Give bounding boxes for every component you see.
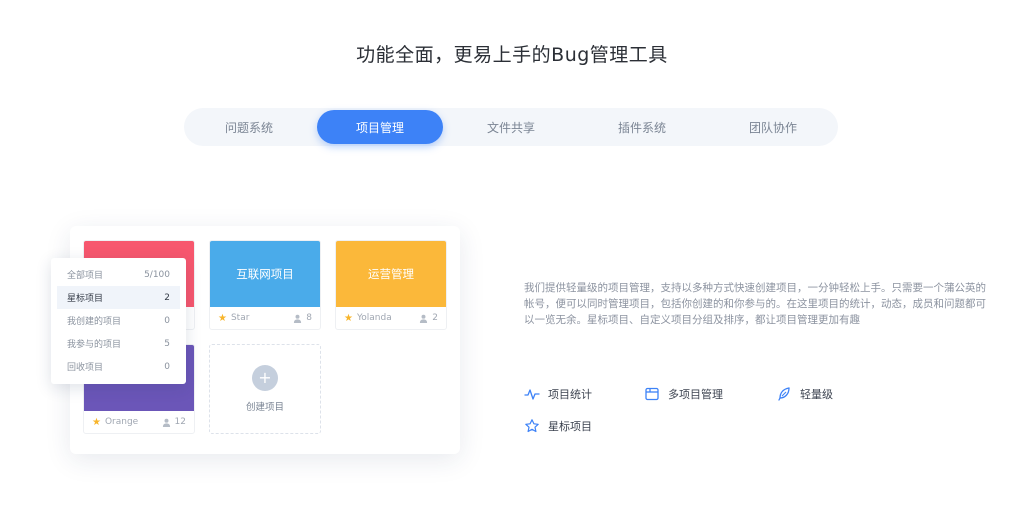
- project-card-title: 互联网项目: [210, 241, 320, 307]
- filter-count: 0: [164, 315, 170, 326]
- project-card-internet[interactable]: 互联网项目 ★ Star 8: [209, 240, 321, 330]
- project-member-count: 2: [432, 313, 438, 323]
- star-icon[interactable]: ★: [218, 313, 227, 324]
- project-card-operations[interactable]: 运营管理 ★ Yolanda 2: [335, 240, 447, 330]
- filter-item-recycled[interactable]: 回收项目 0: [57, 355, 180, 378]
- project-owner: Star: [230, 313, 250, 323]
- feature-project-stats: 项目统计: [524, 386, 592, 402]
- filter-item-starred[interactable]: 星标项目 2: [57, 286, 180, 309]
- pulse-icon: [524, 389, 540, 400]
- project-card-meta: ★ Star 8: [210, 307, 320, 329]
- feather-icon: [778, 387, 790, 401]
- feature-multi-project: 多项目管理: [644, 386, 723, 402]
- filter-label: 全部项目: [67, 271, 104, 281]
- project-member-count: 8: [306, 313, 312, 323]
- project-member-count: 12: [174, 417, 186, 427]
- create-project-button[interactable]: + 创建项目: [209, 344, 321, 434]
- user-icon: [420, 314, 428, 323]
- tab-file-sharing[interactable]: 文件共享: [448, 110, 574, 144]
- project-card-title: 运营管理: [336, 241, 446, 307]
- create-project-label: 创建项目: [245, 402, 284, 413]
- feature-label: 轻量级: [800, 388, 833, 401]
- filter-count: 5/100: [144, 269, 170, 280]
- filter-item-all[interactable]: 全部项目 5/100: [57, 263, 180, 286]
- project-owner: Orange: [104, 417, 139, 427]
- star-icon[interactable]: ★: [92, 417, 101, 428]
- project-filter-list: 全部项目 5/100 星标项目 2 我创建的项目 0 我参与的项目 5 回收项目…: [51, 258, 186, 384]
- feature-lightweight: 轻量级: [776, 386, 833, 402]
- star-icon[interactable]: ★: [344, 313, 353, 324]
- window-icon: [645, 387, 659, 401]
- feature-starred-project: 星标项目: [524, 418, 592, 434]
- filter-label: 我参与的项目: [67, 340, 122, 350]
- feature-tabs: 问题系统 项目管理 文件共享 插件系统 团队协作: [184, 108, 838, 146]
- filter-label: 星标项目: [67, 294, 104, 304]
- filter-count: 2: [164, 292, 170, 303]
- user-icon: [162, 418, 170, 427]
- plus-icon: +: [252, 365, 278, 391]
- project-card-meta: ★ Yolanda 2: [336, 307, 446, 329]
- project-card-meta: ★ Orange 12: [84, 411, 194, 433]
- feature-label: 星标项目: [548, 420, 592, 433]
- tab-plugin-system[interactable]: 插件系统: [579, 110, 705, 144]
- page-headline: 功能全面，更易上手的Bug管理工具: [356, 44, 668, 66]
- filter-count: 0: [164, 361, 170, 372]
- project-owner: Yolanda: [356, 313, 392, 323]
- tab-issue-system[interactable]: 问题系统: [186, 110, 312, 144]
- user-icon: [294, 314, 302, 323]
- tab-project-management[interactable]: 项目管理: [317, 110, 443, 144]
- filter-item-joined[interactable]: 我参与的项目 5: [57, 332, 180, 355]
- feature-description: 我们提供轻量级的项目管理，支持以多种方式快速创建项目，一分钟轻松上手。只需要一个…: [524, 282, 986, 326]
- tab-team-collaboration[interactable]: 团队协作: [710, 110, 836, 144]
- feature-label: 多项目管理: [668, 388, 723, 401]
- filter-count: 5: [164, 338, 170, 349]
- filter-label: 回收项目: [67, 363, 104, 373]
- filter-label: 我创建的项目: [67, 317, 122, 327]
- filter-item-created[interactable]: 我创建的项目 0: [57, 309, 180, 332]
- feature-label: 项目统计: [548, 388, 592, 401]
- star-outline-icon: [525, 419, 539, 433]
